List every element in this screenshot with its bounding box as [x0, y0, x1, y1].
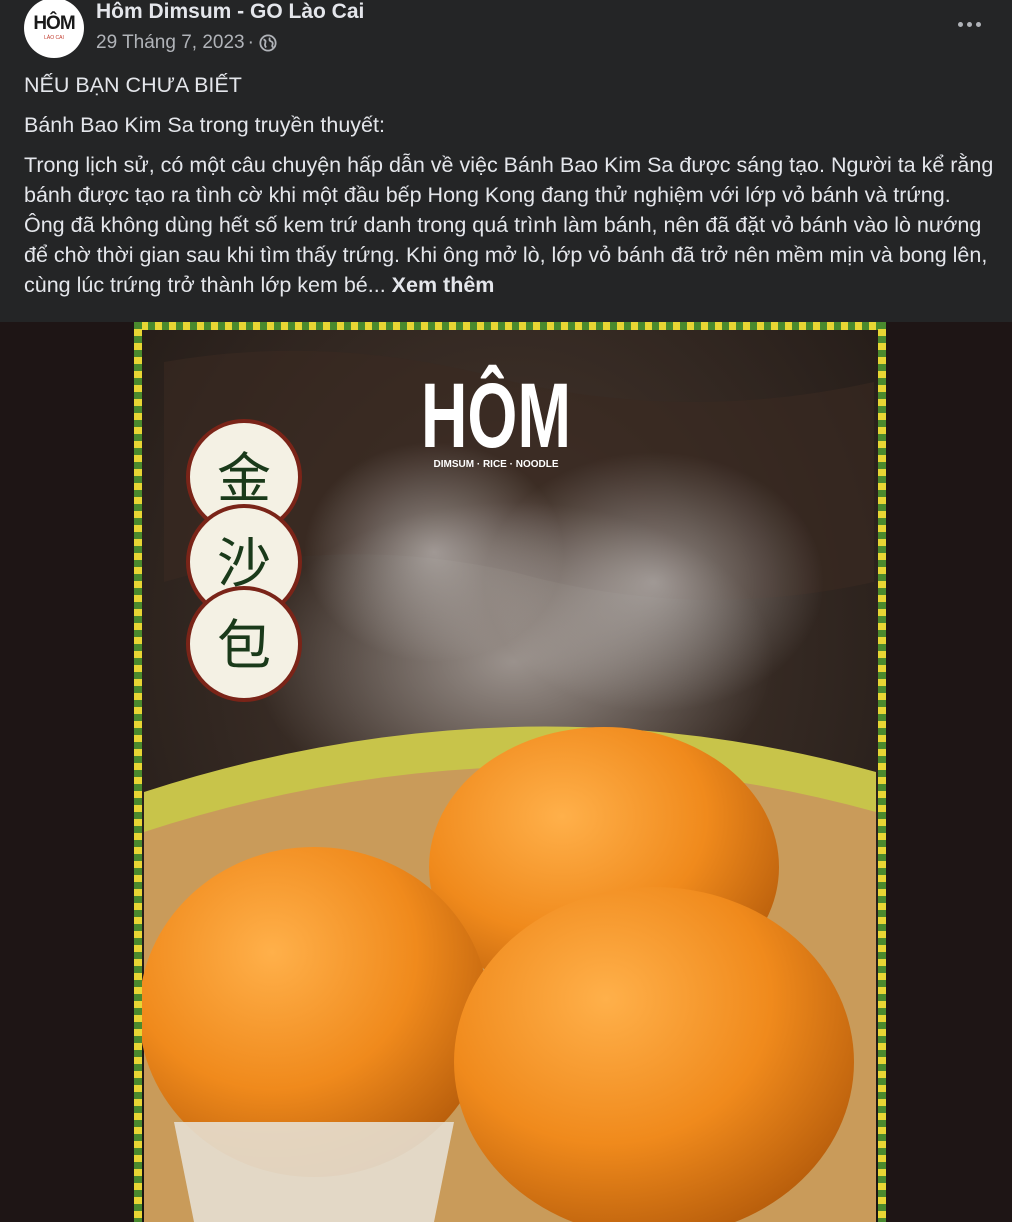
- photo-logo-text: HÔM: [421, 364, 571, 467]
- see-more-link[interactable]: Xem thêm: [392, 273, 495, 297]
- post-media[interactable]: HÔM DIMSUM · RICE · NOODLE 金 沙 包: [0, 322, 1012, 1222]
- seal-char-2: 沙: [217, 532, 271, 595]
- photo-logo-tagline: DIMSUM · RICE · NOODLE: [434, 459, 559, 470]
- more-options-button[interactable]: [948, 8, 990, 40]
- post-heading: NẾU BẠN CHƯA BIẾT: [24, 73, 242, 97]
- page-name-link[interactable]: Hôm Dimsum - GO Lào Cai: [96, 0, 364, 24]
- post-body-text: Trong lịch sử, có một câu chuyện hấp dẫn…: [24, 153, 994, 297]
- avatar-logo-sub: LÀO CAI: [44, 35, 64, 41]
- post-date[interactable]: 29 Tháng 7, 2023: [96, 32, 245, 54]
- more-options-icon: [957, 21, 963, 27]
- avatar-logo-text: HÔM: [33, 13, 75, 34]
- globe-icon[interactable]: [259, 34, 277, 52]
- post-text: NẾU BẠN CHƯA BIẾT Bánh Bao Kim Sa trong …: [24, 70, 994, 300]
- seal-char-3: 包: [217, 614, 271, 677]
- seal-char-1: 金: [217, 447, 271, 510]
- post-body-paragraph: Trong lịch sử, có một câu chuyện hấp dẫn…: [24, 150, 994, 300]
- post-meta: 29 Tháng 7, 2023 ·: [96, 32, 277, 54]
- post-header: HÔM LÀO CAI Hôm Dimsum - GO Lào Cai 29 T…: [0, 0, 1012, 64]
- more-dot: [975, 21, 981, 27]
- seal-group: 金 沙 包: [186, 419, 302, 702]
- photo-artwork: HÔM DIMSUM · RICE · NOODLE 金 沙 包: [134, 322, 886, 1222]
- post-subtitle: Bánh Bao Kim Sa trong truyền thuyết:: [24, 113, 385, 137]
- post-photo[interactable]: HÔM DIMSUM · RICE · NOODLE 金 沙 包: [134, 322, 886, 1222]
- page-avatar[interactable]: HÔM LÀO CAI: [24, 0, 84, 58]
- more-dot: [966, 21, 972, 27]
- meta-separator: ·: [247, 32, 254, 53]
